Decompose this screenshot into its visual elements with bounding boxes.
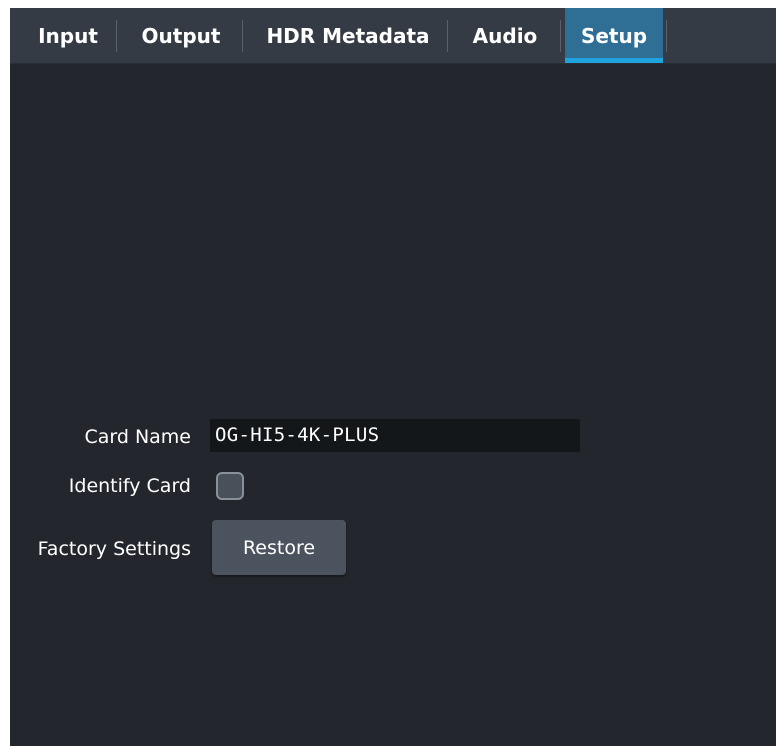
identify-card-checkbox[interactable] — [216, 472, 244, 500]
tab-setup[interactable]: Setup — [565, 8, 663, 63]
card-name-field[interactable]: OG-HI5-4K-PLUS — [210, 419, 580, 452]
card-name-label: Card Name — [84, 426, 191, 448]
factory-settings-label: Factory Settings — [37, 538, 191, 560]
tab-hdr-metadata-label: HDR Metadata — [266, 23, 430, 48]
tab-setup-label: Setup — [580, 23, 648, 48]
tab-bar: Input Output HDR Metadata Audio Setup — [10, 8, 776, 64]
tab-separator — [116, 20, 117, 52]
identify-card-label: Identify Card — [68, 475, 191, 497]
tab-separator — [560, 20, 561, 52]
tab-audio[interactable]: Audio — [454, 8, 556, 63]
tab-output[interactable]: Output — [122, 8, 240, 63]
tab-separator — [242, 20, 243, 52]
setup-panel: Input Output HDR Metadata Audio Setup Ca… — [10, 8, 776, 746]
tab-audio-label: Audio — [472, 23, 538, 48]
restore-button[interactable]: Restore — [212, 520, 346, 575]
tab-input-label: Input — [38, 23, 98, 48]
tab-output-label: Output — [141, 23, 221, 48]
tab-input[interactable]: Input — [20, 8, 116, 63]
tab-hdr-metadata[interactable]: HDR Metadata — [250, 8, 446, 63]
tab-separator — [447, 20, 448, 52]
tab-separator — [666, 20, 667, 52]
restore-button-label: Restore — [242, 536, 316, 559]
